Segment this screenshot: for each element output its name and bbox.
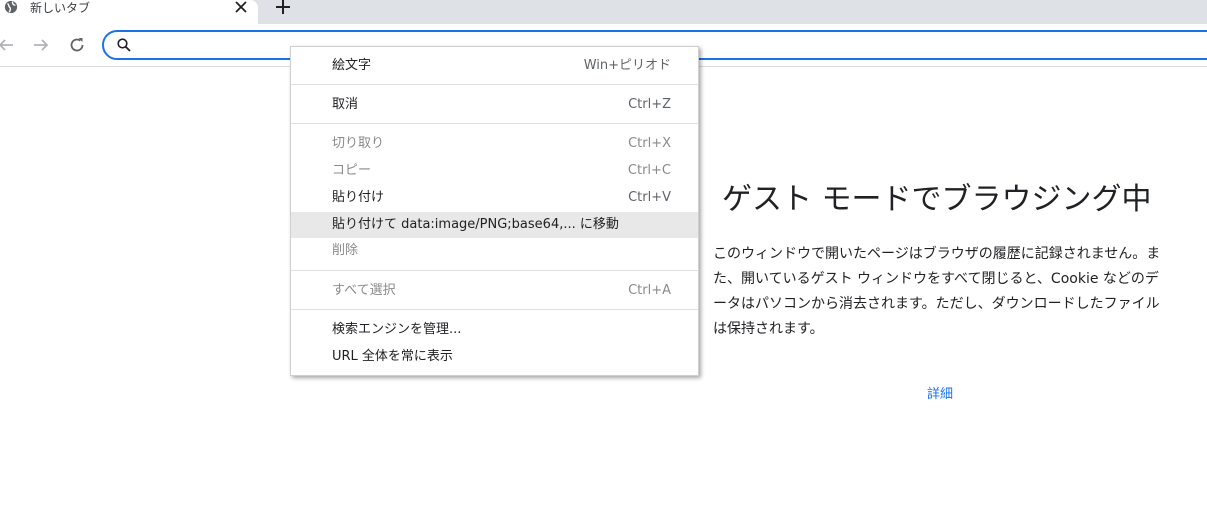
menu-item-label: URL 全体を常に表示: [332, 349, 453, 364]
close-icon[interactable]: [233, 0, 249, 15]
tab-new-tab[interactable]: 新しいタブ: [0, 0, 258, 24]
menu-separator: [291, 123, 698, 124]
menu-item-label: 取消: [332, 97, 359, 112]
menu-item-label: 貼り付け: [332, 190, 385, 205]
menu-item-label: 絵文字: [332, 58, 372, 73]
menu-separator: [291, 84, 698, 85]
plus-icon[interactable]: [274, 0, 292, 16]
menu-item-delete[interactable]: 削除: [291, 238, 698, 264]
menu-item-shortcut: Win+ピリオド: [583, 58, 671, 73]
arrow-right-icon[interactable]: [31, 35, 51, 55]
search-icon: [117, 38, 131, 52]
menu-item-label: 切り取り: [332, 136, 385, 151]
menu-separator: [291, 309, 698, 310]
menu-item-manage-search-engines[interactable]: 検索エンジンを管理...: [291, 317, 698, 343]
menu-item-copy[interactable]: コピー Ctrl+C: [291, 158, 698, 184]
context-menu: 絵文字 Win+ピリオド 取消 Ctrl+Z 切り取り Ctrl+X コピー C…: [290, 46, 699, 376]
menu-item-label: 検索エンジンを管理...: [332, 322, 462, 337]
page-description: このウィンドウで開いたページはブラウザの履歴に記録されません。また、開いているゲ…: [713, 246, 1161, 337]
menu-item-label: コピー: [332, 163, 372, 178]
menu-item-paste[interactable]: 貼り付け Ctrl+V: [291, 185, 698, 211]
tab-strip: 新しいタブ: [0, 0, 1207, 24]
reload-icon[interactable]: [67, 35, 87, 55]
menu-item-shortcut: Ctrl+Z: [628, 97, 671, 112]
page-title: ゲスト モードでブラウジング中: [722, 182, 1152, 217]
menu-separator: [291, 270, 698, 271]
menu-item-label: 貼り付けて data:image/PNG;base64,... に移動: [332, 217, 619, 232]
menu-item-shortcut: Ctrl+V: [628, 190, 671, 205]
tab-title: 新しいタブ: [30, 1, 91, 15]
menu-item-shortcut: Ctrl+C: [627, 163, 671, 178]
menu-item-label: すべて選択: [332, 283, 396, 298]
learn-more-link[interactable]: 詳細: [927, 383, 953, 402]
menu-item-label: 削除: [332, 243, 359, 258]
menu-item-undo[interactable]: 取消 Ctrl+Z: [291, 92, 698, 118]
menu-item-paste-and-go[interactable]: 貼り付けて data:image/PNG;base64,... に移動: [291, 212, 698, 238]
menu-item-cut[interactable]: 切り取り Ctrl+X: [291, 131, 698, 157]
menu-item-always-show-full-url[interactable]: URL 全体を常に表示: [291, 344, 698, 370]
menu-item-shortcut: Ctrl+X: [628, 136, 671, 151]
menu-item-emoji[interactable]: 絵文字 Win+ピリオド: [291, 53, 698, 79]
globe-icon: [4, 0, 18, 14]
menu-item-shortcut: Ctrl+A: [628, 283, 671, 298]
menu-item-select-all[interactable]: すべて選択 Ctrl+A: [291, 278, 698, 304]
arrow-left-icon[interactable]: [0, 35, 16, 55]
